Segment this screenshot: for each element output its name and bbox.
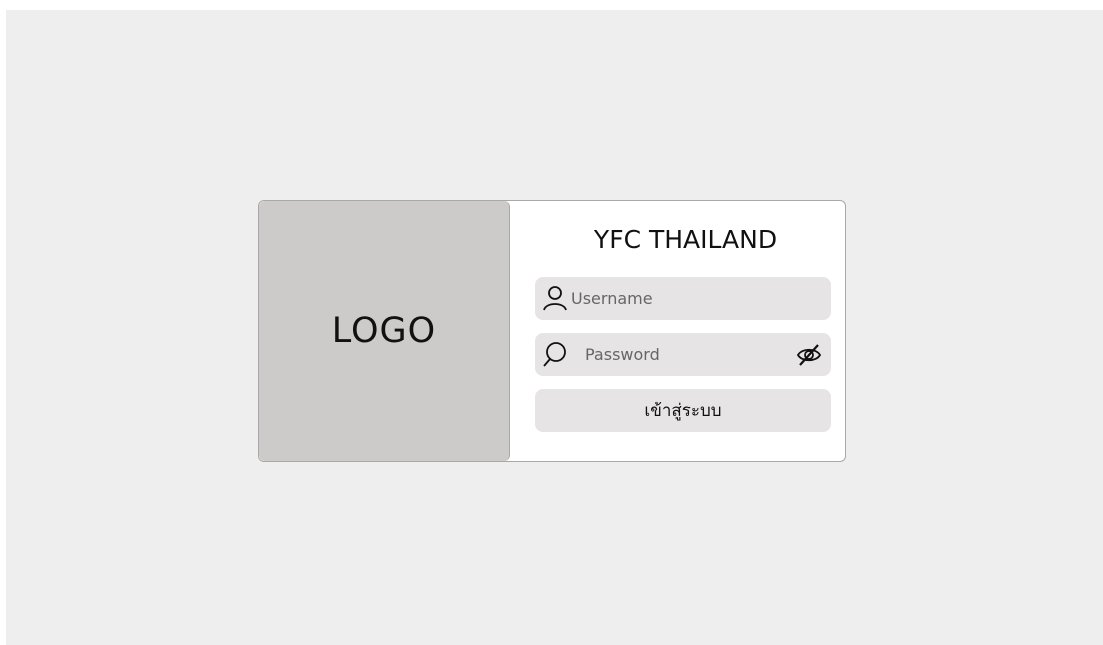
search-icon bbox=[543, 342, 566, 367]
app-title: YFC THAILAND bbox=[593, 225, 778, 254]
logo-text: LOGO bbox=[331, 311, 437, 351]
eye-slash-icon[interactable] bbox=[795, 341, 823, 369]
login-button[interactable]: เข้าสู่ระบบ bbox=[535, 389, 831, 432]
login-card: LOGO YFC THAILAND เข้าสู่ระบบ bbox=[258, 200, 846, 462]
page-background: LOGO YFC THAILAND เข้าสู่ระบบ bbox=[6, 10, 1103, 645]
password-input[interactable] bbox=[585, 333, 775, 376]
logo-panel: LOGO bbox=[259, 201, 510, 461]
username-field[interactable] bbox=[535, 277, 831, 320]
username-input[interactable] bbox=[571, 277, 791, 320]
password-field[interactable] bbox=[535, 333, 831, 376]
user-icon bbox=[543, 286, 567, 311]
